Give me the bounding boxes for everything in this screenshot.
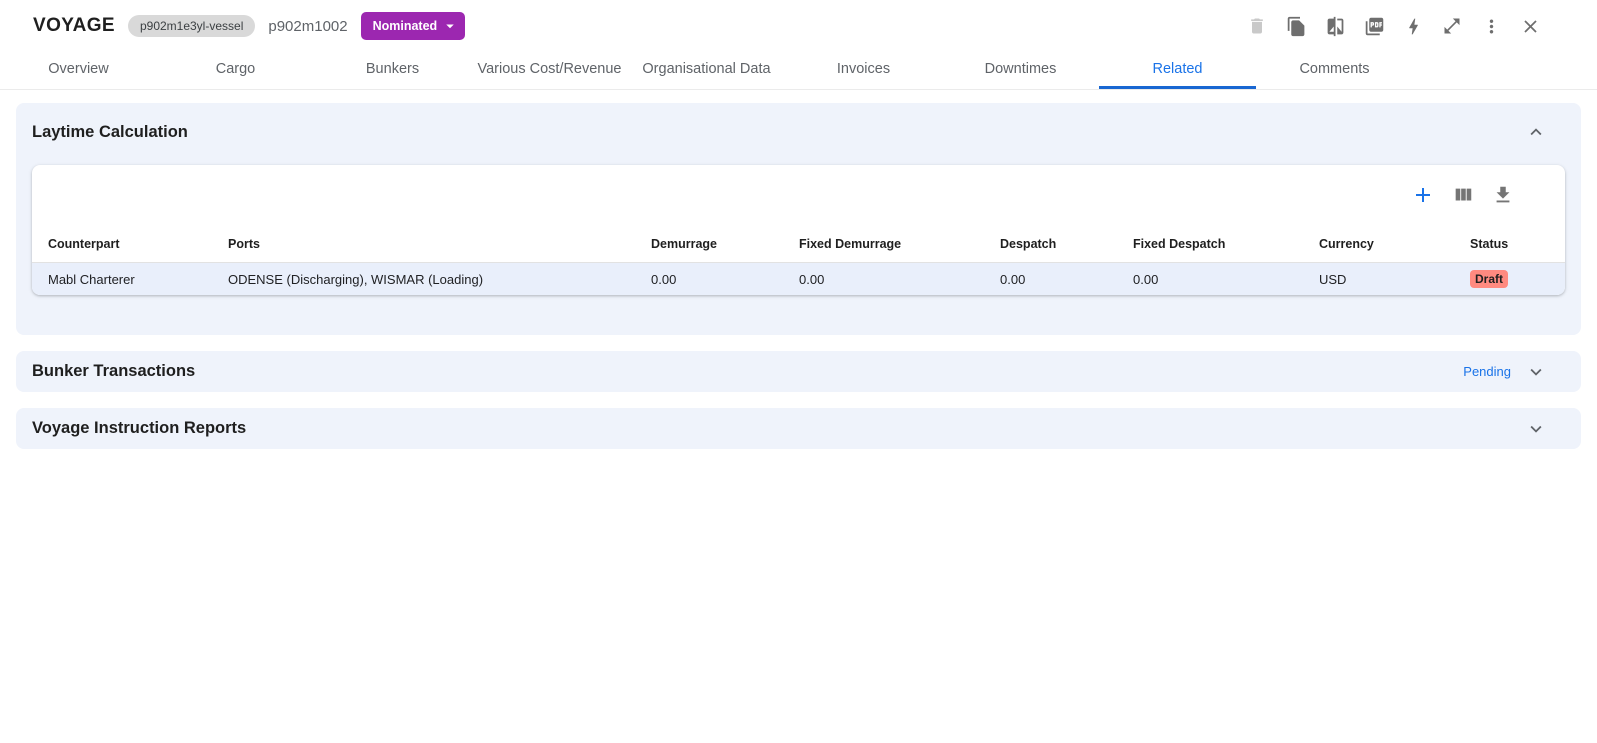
cell-currency: USD (1319, 272, 1470, 287)
header-actions (1246, 15, 1541, 37)
delete-icon (1246, 15, 1268, 37)
laytime-section-header: Laytime Calculation (32, 121, 1565, 143)
laytime-table-card: Counterpart Ports Demurrage Fixed Demurr… (32, 165, 1565, 295)
expand-chevron-down-icon[interactable] (1525, 361, 1547, 383)
expand-icon[interactable] (1441, 15, 1463, 37)
laytime-section-title: Laytime Calculation (32, 123, 188, 142)
tab-organisational-data[interactable]: Organisational Data (628, 52, 785, 89)
vessel-chip: p902m1e3yl-vessel (128, 15, 255, 37)
voyage-window: VOYAGE p902m1e3yl-vessel p902m1002 Nomin… (0, 0, 1597, 449)
cell-status: Draft (1470, 270, 1565, 288)
column-header-counterpart[interactable]: Counterpart (32, 237, 228, 251)
add-icon[interactable] (1411, 183, 1435, 207)
section-bunker-transactions: Bunker Transactions Pending (16, 351, 1581, 392)
tab-various-cost-revenue[interactable]: Various Cost/Revenue (471, 52, 628, 89)
expand-chevron-down-icon[interactable] (1525, 418, 1547, 440)
status-dropdown[interactable]: Nominated (361, 12, 466, 40)
page-title: VOYAGE (33, 15, 115, 37)
columns-icon[interactable] (1451, 183, 1475, 207)
tab-cargo[interactable]: Cargo (157, 52, 314, 89)
collapse-chevron-up-icon[interactable] (1525, 121, 1547, 143)
section-laytime-calculation: Laytime Calculation Counterpart Ports De… (16, 103, 1581, 335)
bunker-transactions-title: Bunker Transactions (32, 362, 195, 381)
bolt-icon[interactable] (1402, 15, 1424, 37)
status-badge-draft: Draft (1470, 270, 1508, 288)
column-header-demurrage[interactable]: Demurrage (651, 237, 799, 251)
column-header-currency[interactable]: Currency (1319, 237, 1470, 251)
compare-icon[interactable] (1324, 15, 1346, 37)
section-voyage-instruction-reports: Voyage Instruction Reports (16, 408, 1581, 449)
column-header-status[interactable]: Status (1470, 237, 1565, 251)
cell-ports: ODENSE (Discharging), WISMAR (Loading) (228, 272, 651, 287)
copy-icon[interactable] (1285, 15, 1307, 37)
tab-bunkers[interactable]: Bunkers (314, 52, 471, 89)
title-group: VOYAGE p902m1e3yl-vessel p902m1002 Nomin… (33, 12, 465, 40)
pdf-icon[interactable] (1363, 15, 1385, 37)
cell-despatch: 0.00 (1000, 272, 1133, 287)
laytime-table-toolbar (32, 165, 1565, 225)
cell-fixed-demurrage: 0.00 (799, 272, 1000, 287)
cell-fixed-despatch: 0.00 (1133, 272, 1319, 287)
column-header-despatch[interactable]: Despatch (1000, 237, 1133, 251)
close-icon[interactable] (1519, 15, 1541, 37)
column-header-fixed-despatch[interactable]: Fixed Despatch (1133, 237, 1319, 251)
tab-related[interactable]: Related (1099, 52, 1256, 89)
laytime-table-header: Counterpart Ports Demurrage Fixed Demurr… (32, 225, 1565, 262)
dropdown-arrow-icon (441, 17, 459, 35)
tab-invoices[interactable]: Invoices (785, 52, 942, 89)
cell-demurrage: 0.00 (651, 272, 799, 287)
cell-counterpart: Mabl Charterer (32, 272, 228, 287)
header-bar: VOYAGE p902m1e3yl-vessel p902m1002 Nomin… (0, 0, 1597, 52)
tab-comments[interactable]: Comments (1256, 52, 1413, 89)
tab-downtimes[interactable]: Downtimes (942, 52, 1099, 89)
tab-bar: Overview Cargo Bunkers Various Cost/Reve… (0, 52, 1597, 90)
bunker-pending-link[interactable]: Pending (1463, 364, 1511, 379)
voyage-id: p902m1002 (268, 18, 347, 35)
status-dropdown-label: Nominated (373, 19, 438, 33)
voyage-instruction-reports-title: Voyage Instruction Reports (32, 419, 246, 438)
related-tab-content: Laytime Calculation Counterpart Ports De… (0, 90, 1597, 449)
download-icon[interactable] (1491, 183, 1515, 207)
laytime-table-row[interactable]: Mabl Charterer ODENSE (Discharging), WIS… (32, 262, 1565, 295)
tab-overview[interactable]: Overview (0, 52, 157, 89)
column-header-fixed-demurrage[interactable]: Fixed Demurrage (799, 237, 1000, 251)
column-header-ports[interactable]: Ports (228, 237, 651, 251)
more-vert-icon[interactable] (1480, 15, 1502, 37)
